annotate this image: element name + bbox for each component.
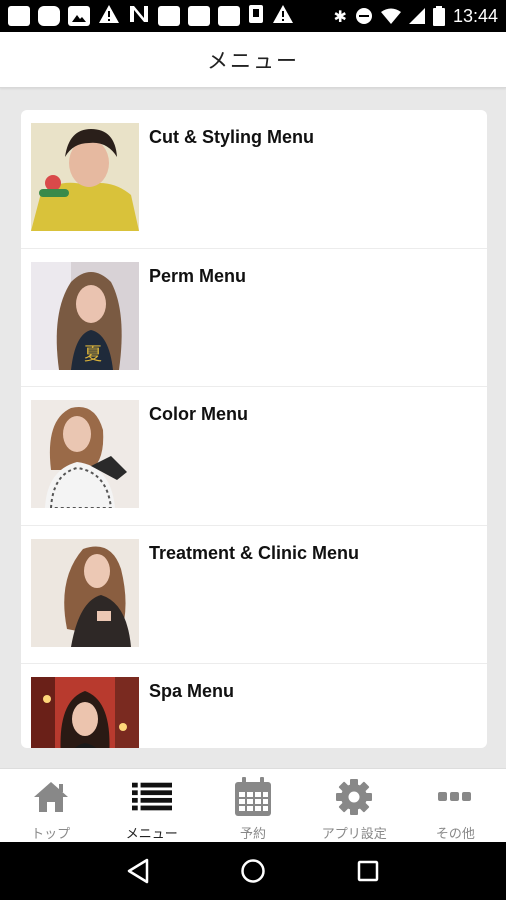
more-icon	[435, 777, 475, 817]
wifi-icon	[380, 8, 401, 24]
menu-item-label: Perm Menu	[149, 265, 247, 286]
tab-menu[interactable]: メニュー	[101, 769, 202, 842]
back-button[interactable]	[118, 851, 158, 891]
tab-top[interactable]: トップ	[0, 769, 101, 842]
menu-thumbnail	[31, 123, 139, 231]
warning-icon	[98, 4, 120, 28]
menu-item-label: Spa Menu	[149, 681, 235, 701]
home-icon	[31, 777, 71, 817]
menu-thumbnail	[31, 677, 139, 748]
menu-thumbnail: 夏	[31, 261, 139, 370]
status-bar: ✱ 13:44	[0, 0, 506, 32]
tab-app-settings[interactable]: アプリ設定	[304, 769, 405, 842]
menu-item-cut-styling[interactable]: Cut & Styling Menu	[21, 110, 487, 249]
home-circle-icon	[241, 859, 265, 883]
battery-icon	[432, 6, 445, 26]
clock: 13:44	[452, 5, 498, 26]
recents-icon	[358, 860, 379, 882]
menu-item-treatment-clinic[interactable]: Treatment & Clinic Menu	[21, 526, 487, 664]
app-header: メニュー	[0, 32, 506, 88]
tab-label: アプリ設定	[321, 827, 387, 842]
list-icon	[131, 777, 172, 817]
page-title: メニュー	[207, 48, 299, 73]
svg-text:夏: 夏	[84, 344, 102, 365]
tab-label: トップ	[31, 827, 71, 842]
notification-icon	[188, 6, 210, 26]
menu-item-label: Treatment & Clinic Menu	[149, 542, 360, 563]
menu-item-spa[interactable]: Spa Menu	[21, 664, 487, 748]
notification-icon	[218, 6, 240, 26]
menu-thumbnail	[31, 538, 139, 647]
notification-icon	[8, 6, 30, 26]
warning-icon	[272, 4, 294, 28]
back-icon	[127, 858, 148, 884]
menu-item-label: Color Menu	[149, 404, 248, 424]
menu-item-label: Cut & Styling Menu	[149, 127, 314, 147]
tab-other[interactable]: その他	[405, 769, 506, 842]
recents-button[interactable]	[348, 851, 388, 891]
do-not-disturb-icon	[355, 8, 372, 24]
gear-icon	[334, 777, 374, 817]
tab-reservation[interactable]: 予約	[202, 769, 303, 842]
sim-icon	[248, 4, 264, 28]
menu-item-color[interactable]: Color Menu	[21, 387, 487, 526]
n-icon	[128, 4, 150, 28]
notification-icon	[158, 6, 180, 26]
notification-icon	[38, 6, 60, 26]
calendar-icon	[233, 777, 273, 817]
system-navigation-bar	[0, 842, 506, 900]
tab-label: 予約	[240, 827, 267, 842]
menu-thumbnail	[31, 400, 139, 508]
system-icons: ✱ 13:44	[334, 6, 498, 27]
bottom-tab-bar: トップ メニュー 予約 アプリ設定 その他	[0, 768, 506, 842]
home-button[interactable]	[233, 851, 273, 891]
image-icon	[68, 6, 90, 26]
tab-label: その他	[435, 827, 475, 842]
bluetooth-icon: ✱	[333, 6, 347, 26]
notification-icons	[8, 4, 294, 28]
tab-label: メニュー	[125, 827, 178, 842]
signal-icon	[408, 8, 425, 24]
menu-item-perm[interactable]: 夏 Perm Menu	[21, 249, 487, 387]
menu-list: Cut & Styling Menu 夏 Perm Menu Color Men…	[21, 110, 487, 748]
